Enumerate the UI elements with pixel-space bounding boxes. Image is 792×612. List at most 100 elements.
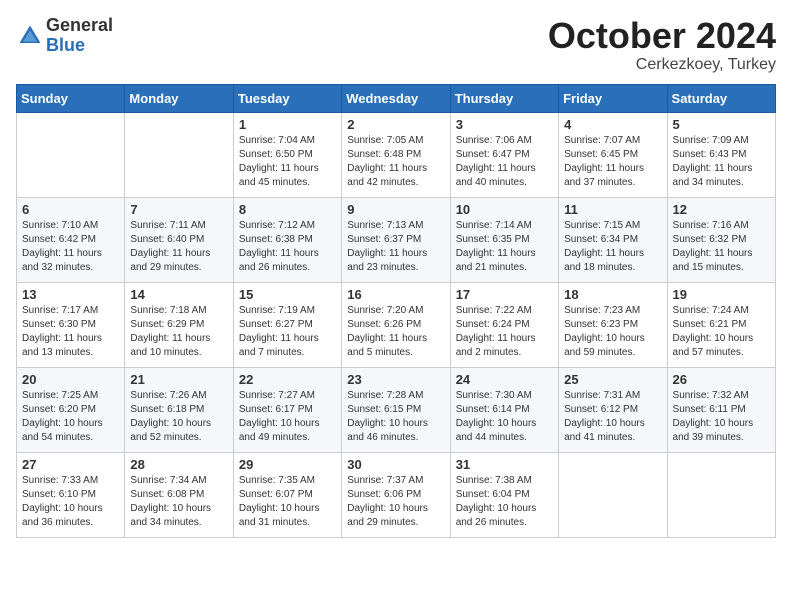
cell-content: Sunrise: 7:23 AM Sunset: 6:23 PM Dayligh… (564, 304, 661, 360)
cell-content: Sunrise: 7:24 AM Sunset: 6:21 PM Dayligh… (673, 304, 770, 360)
cell-content: Sunrise: 7:37 AM Sunset: 6:06 PM Dayligh… (347, 474, 444, 530)
day-number: 5 (673, 117, 770, 132)
calendar-cell: 13 Sunrise: 7:17 AM Sunset: 6:30 PM Dayli… (17, 282, 125, 367)
cell-content: Sunrise: 7:05 AM Sunset: 6:48 PM Dayligh… (347, 134, 444, 190)
cell-content: Sunrise: 7:35 AM Sunset: 6:07 PM Dayligh… (239, 474, 336, 530)
cell-content: Sunrise: 7:30 AM Sunset: 6:14 PM Dayligh… (456, 389, 553, 445)
calendar-week-row: 1 Sunrise: 7:04 AM Sunset: 6:50 PM Daylig… (17, 112, 776, 197)
calendar-cell (125, 112, 233, 197)
calendar-cell (17, 112, 125, 197)
day-number: 3 (456, 117, 553, 132)
day-number: 7 (130, 202, 227, 217)
calendar-header-row: SundayMondayTuesdayWednesdayThursdayFrid… (17, 84, 776, 112)
day-number: 23 (347, 372, 444, 387)
calendar-cell: 10Sunrise: 7:14 AM Sunset: 6:35 PM Dayli… (450, 197, 558, 282)
weekday-header: Wednesday (342, 84, 450, 112)
day-number: 8 (239, 202, 336, 217)
day-number: 14 (130, 287, 227, 302)
day-number: 6 (22, 202, 119, 217)
logo-text: General Blue (46, 16, 113, 56)
day-number: 25 (564, 372, 661, 387)
day-number: 2 (347, 117, 444, 132)
day-number: 21 (130, 372, 227, 387)
day-number: 13 (22, 287, 119, 302)
calendar-cell: 16Sunrise: 7:20 AM Sunset: 6:26 PM Dayli… (342, 282, 450, 367)
calendar-cell: 19 Sunrise: 7:24 AM Sunset: 6:21 PM Dayli… (667, 282, 775, 367)
page-header: General Blue October 2024 Cerkezkoey, Tu… (16, 16, 776, 74)
weekday-header: Thursday (450, 84, 558, 112)
day-number: 9 (347, 202, 444, 217)
calendar-cell: 18Sunrise: 7:23 AM Sunset: 6:23 PM Dayli… (559, 282, 667, 367)
day-number: 24 (456, 372, 553, 387)
cell-content: Sunrise: 7:27 AM Sunset: 6:17 PM Dayligh… (239, 389, 336, 445)
calendar-cell: 1 Sunrise: 7:04 AM Sunset: 6:50 PM Daylig… (233, 112, 341, 197)
logo-blue: Blue (46, 36, 113, 56)
cell-content: Sunrise: 7:13 AM Sunset: 6:37 PM Dayligh… (347, 219, 444, 275)
cell-content: Sunrise: 7:34 AM Sunset: 6:08 PM Dayligh… (130, 474, 227, 530)
calendar-cell: 24 Sunrise: 7:30 AM Sunset: 6:14 PM Dayli… (450, 367, 558, 452)
calendar-cell (559, 452, 667, 537)
calendar-cell: 3Sunrise: 7:06 AM Sunset: 6:47 PM Daylig… (450, 112, 558, 197)
cell-content: Sunrise: 7:22 AM Sunset: 6:24 PM Dayligh… (456, 304, 553, 360)
calendar-cell: 15 Sunrise: 7:19 AM Sunset: 6:27 PM Dayli… (233, 282, 341, 367)
calendar-cell: 2 Sunrise: 7:05 AM Sunset: 6:48 PM Daylig… (342, 112, 450, 197)
calendar-cell: 25 Sunrise: 7:31 AM Sunset: 6:12 PM Dayli… (559, 367, 667, 452)
day-number: 16 (347, 287, 444, 302)
cell-content: Sunrise: 7:26 AM Sunset: 6:18 PM Dayligh… (130, 389, 227, 445)
calendar-cell: 9 Sunrise: 7:13 AM Sunset: 6:37 PM Daylig… (342, 197, 450, 282)
calendar-cell: 31 Sunrise: 7:38 AM Sunset: 6:04 PM Dayli… (450, 452, 558, 537)
day-number: 31 (456, 457, 553, 472)
day-number: 1 (239, 117, 336, 132)
day-number: 15 (239, 287, 336, 302)
day-number: 26 (673, 372, 770, 387)
calendar-cell (667, 452, 775, 537)
calendar-cell: 27 Sunrise: 7:33 AM Sunset: 6:10 PM Dayli… (17, 452, 125, 537)
title-section: October 2024 Cerkezkoey, Turkey (548, 16, 776, 74)
cell-content: Sunrise: 7:16 AM Sunset: 6:32 PM Dayligh… (673, 219, 770, 275)
calendar-cell: 26Sunrise: 7:32 AM Sunset: 6:11 PM Dayli… (667, 367, 775, 452)
logo-general: General (46, 16, 113, 36)
day-number: 11 (564, 202, 661, 217)
weekday-header: Tuesday (233, 84, 341, 112)
weekday-header: Friday (559, 84, 667, 112)
calendar-table: SundayMondayTuesdayWednesdayThursdayFrid… (16, 84, 776, 538)
cell-content: Sunrise: 7:33 AM Sunset: 6:10 PM Dayligh… (22, 474, 119, 530)
cell-content: Sunrise: 7:10 AM Sunset: 6:42 PM Dayligh… (22, 219, 119, 275)
cell-content: Sunrise: 7:25 AM Sunset: 6:20 PM Dayligh… (22, 389, 119, 445)
calendar-cell: 20 Sunrise: 7:25 AM Sunset: 6:20 PM Dayli… (17, 367, 125, 452)
logo: General Blue (16, 16, 113, 56)
calendar-cell: 22 Sunrise: 7:27 AM Sunset: 6:17 PM Dayli… (233, 367, 341, 452)
cell-content: Sunrise: 7:11 AM Sunset: 6:40 PM Dayligh… (130, 219, 227, 275)
day-number: 22 (239, 372, 336, 387)
calendar-cell: 14 Sunrise: 7:18 AM Sunset: 6:29 PM Dayli… (125, 282, 233, 367)
month-title: October 2024 (548, 16, 776, 56)
calendar-week-row: 27 Sunrise: 7:33 AM Sunset: 6:10 PM Dayli… (17, 452, 776, 537)
cell-content: Sunrise: 7:18 AM Sunset: 6:29 PM Dayligh… (130, 304, 227, 360)
day-number: 29 (239, 457, 336, 472)
calendar-cell: 30Sunrise: 7:37 AM Sunset: 6:06 PM Dayli… (342, 452, 450, 537)
cell-content: Sunrise: 7:38 AM Sunset: 6:04 PM Dayligh… (456, 474, 553, 530)
day-number: 27 (22, 457, 119, 472)
cell-content: Sunrise: 7:14 AM Sunset: 6:35 PM Dayligh… (456, 219, 553, 275)
cell-content: Sunrise: 7:17 AM Sunset: 6:30 PM Dayligh… (22, 304, 119, 360)
calendar-week-row: 20 Sunrise: 7:25 AM Sunset: 6:20 PM Dayli… (17, 367, 776, 452)
calendar-cell: 7 Sunrise: 7:11 AM Sunset: 6:40 PM Daylig… (125, 197, 233, 282)
calendar-cell: 5Sunrise: 7:09 AM Sunset: 6:43 PM Daylig… (667, 112, 775, 197)
day-number: 17 (456, 287, 553, 302)
calendar-cell: 11 Sunrise: 7:15 AM Sunset: 6:34 PM Dayli… (559, 197, 667, 282)
cell-content: Sunrise: 7:28 AM Sunset: 6:15 PM Dayligh… (347, 389, 444, 445)
location: Cerkezkoey, Turkey (548, 56, 776, 74)
logo-icon (16, 22, 44, 50)
day-number: 28 (130, 457, 227, 472)
calendar-cell: 12Sunrise: 7:16 AM Sunset: 6:32 PM Dayli… (667, 197, 775, 282)
calendar-cell: 23 Sunrise: 7:28 AM Sunset: 6:15 PM Dayli… (342, 367, 450, 452)
cell-content: Sunrise: 7:04 AM Sunset: 6:50 PM Dayligh… (239, 134, 336, 190)
cell-content: Sunrise: 7:31 AM Sunset: 6:12 PM Dayligh… (564, 389, 661, 445)
calendar-cell: 8Sunrise: 7:12 AM Sunset: 6:38 PM Daylig… (233, 197, 341, 282)
weekday-header: Monday (125, 84, 233, 112)
calendar-cell: 4Sunrise: 7:07 AM Sunset: 6:45 PM Daylig… (559, 112, 667, 197)
day-number: 19 (673, 287, 770, 302)
day-number: 20 (22, 372, 119, 387)
cell-content: Sunrise: 7:15 AM Sunset: 6:34 PM Dayligh… (564, 219, 661, 275)
cell-content: Sunrise: 7:19 AM Sunset: 6:27 PM Dayligh… (239, 304, 336, 360)
